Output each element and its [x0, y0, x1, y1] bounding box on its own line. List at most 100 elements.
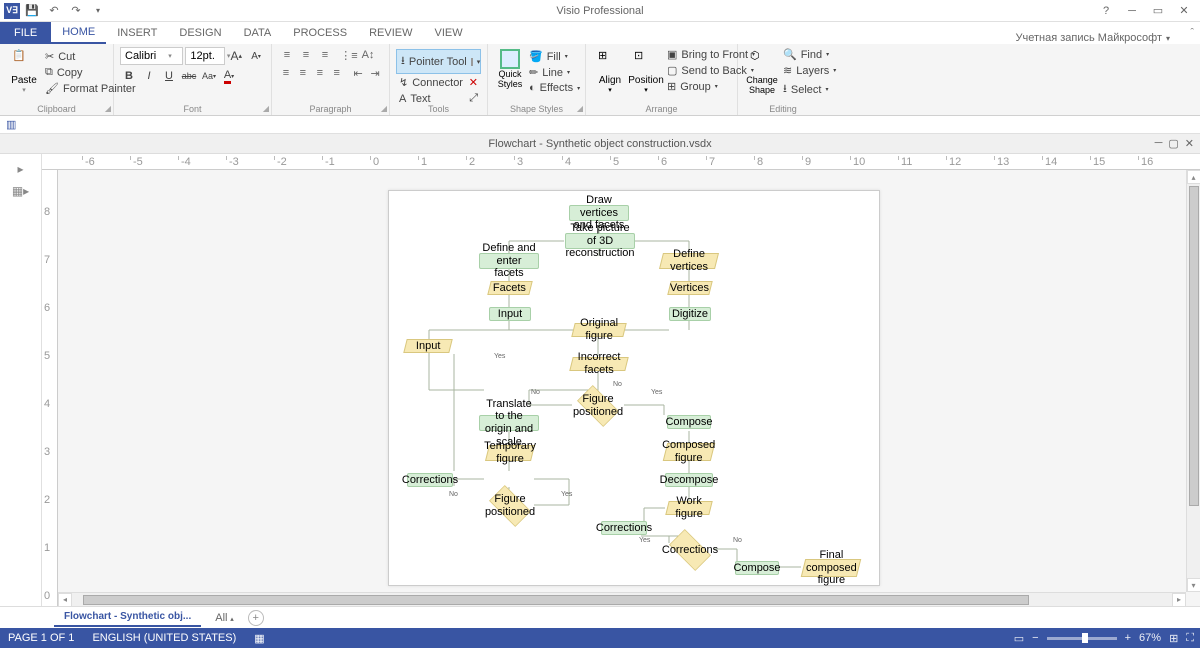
zoom-in-button[interactable]: + [1125, 632, 1131, 644]
change-case-button[interactable]: Aa▾ [200, 67, 218, 85]
font-launcher[interactable]: ◢ [263, 104, 269, 113]
horizontal-scrollbar[interactable]: ◂ ▸ [58, 592, 1186, 606]
paste-button[interactable]: 📋 Paste ▾ [6, 47, 42, 102]
shape-compose-1[interactable]: Compose [667, 415, 711, 429]
save-icon[interactable]: 💾 [22, 2, 42, 20]
minimize-icon[interactable]: ─ [1120, 2, 1144, 20]
status-language[interactable]: ENGLISH (UNITED STATES) [92, 632, 236, 644]
full-screen-icon[interactable]: ⛶ [1186, 632, 1194, 645]
change-shape-button[interactable]: ⬡Change Shape [744, 47, 780, 102]
shape-define-enter-facets[interactable]: Define and enter facets [479, 253, 539, 269]
tab-file[interactable]: FILE [0, 22, 51, 44]
layers-button[interactable]: ≋Layers▾ [780, 63, 839, 78]
align-right-button[interactable]: ≡ [312, 65, 328, 81]
shape-decompose[interactable]: Decompose [665, 473, 713, 487]
clipboard-launcher[interactable]: ◢ [105, 104, 111, 113]
account-link[interactable]: Учетная запись Майкрософт▾ [1016, 32, 1170, 44]
shape-facets[interactable]: Facets [487, 281, 532, 295]
shape-draw-vertices[interactable]: Draw vertices and facets [569, 205, 629, 221]
shape-original-figure[interactable]: Original figure [571, 323, 626, 337]
pointer-tool-button[interactable]: ⭳Pointer Tool▾ [396, 49, 481, 74]
position-button[interactable]: ⊡Position▾ [628, 47, 664, 102]
shape-input-2[interactable]: Input [403, 339, 452, 353]
font-size-combo[interactable]: 12pt.▾ [185, 47, 225, 65]
justify-button[interactable]: ≡ [329, 65, 345, 81]
shape-figure-positioned-1[interactable]: Figure positioned [573, 391, 623, 421]
increase-indent-button[interactable]: ⇥ [367, 65, 383, 81]
add-sheet-button[interactable]: + [248, 610, 264, 626]
shape-temporary-figure[interactable]: Temporary figure [485, 445, 535, 461]
expand-shapes-icon[interactable]: ▸ [17, 162, 23, 176]
scroll-left-icon[interactable]: ◂ [58, 593, 72, 607]
align-middle-button[interactable]: ≡ [297, 47, 315, 63]
doc-maximize-icon[interactable]: ▢ [1168, 137, 1178, 150]
select-button[interactable]: ⭳Select▾ [780, 79, 839, 100]
quick-styles-button[interactable]: Quick Styles [494, 47, 526, 102]
shape-final-composed[interactable]: Final composed figure [801, 559, 861, 577]
zoom-slider[interactable] [1047, 637, 1117, 640]
shape-corrections-1[interactable]: Corrections [407, 473, 453, 487]
decrease-indent-button[interactable]: ⇤ [350, 65, 366, 81]
doc-close-icon[interactable]: ✕ [1185, 137, 1194, 150]
shape-input-1[interactable]: Input [489, 307, 531, 321]
collapse-ribbon-icon[interactable]: ˆ [1190, 27, 1194, 39]
zoom-out-button[interactable]: − [1032, 632, 1038, 644]
shape-work-figure[interactable]: Work figure [665, 501, 712, 515]
sheet-all-button[interactable]: All ▴ [207, 609, 242, 627]
shape-translate[interactable]: Translate to the origin and scale [479, 415, 539, 431]
scroll-up-icon[interactable]: ▴ [1187, 170, 1200, 184]
doc-minimize-icon[interactable]: ─ [1155, 137, 1163, 150]
shape-incorrect-facets[interactable]: Incorrect facets [569, 357, 628, 371]
vertical-scrollbar[interactable]: ▴ ▾ [1186, 170, 1200, 592]
shape-composed-figure[interactable]: Composed figure [663, 443, 715, 461]
tab-insert[interactable]: INSERT [106, 22, 168, 44]
shape-define-vertices[interactable]: Define vertices [659, 253, 719, 269]
bullets-button[interactable]: ⋮≡ [340, 47, 358, 63]
shape-take-picture[interactable]: Take picture of 3D reconstruction [565, 233, 635, 249]
redo-icon[interactable]: ↷ [66, 2, 86, 20]
align-left-button[interactable]: ≡ [278, 65, 294, 81]
scroll-down-icon[interactable]: ▾ [1187, 578, 1200, 592]
shape-compose-2[interactable]: Compose [735, 561, 779, 575]
shrink-font-icon[interactable]: A▾ [247, 47, 265, 65]
fit-page-icon[interactable]: ⊞ [1169, 632, 1178, 645]
drawing-canvas[interactable]: Draw vertices and facets Take picture of… [58, 170, 1200, 590]
close-icon[interactable]: ✕ [1172, 2, 1196, 20]
shape-corrections-2[interactable]: Corrections [601, 521, 647, 535]
sheet-tab-active[interactable]: Flowchart - Synthetic obj... [54, 608, 201, 627]
scroll-right-icon[interactable]: ▸ [1172, 593, 1186, 607]
visio-doc-icon[interactable]: ▥ [6, 118, 20, 132]
presentation-mode-icon[interactable]: ▭ [1014, 632, 1024, 645]
underline-button[interactable]: U [160, 67, 178, 85]
shape-corrections-3[interactable]: Corrections [665, 535, 715, 565]
font-family-combo[interactable]: Calibri▾ [120, 47, 183, 65]
shape-figure-positioned-2[interactable]: Figure positioned [485, 491, 535, 521]
effects-button[interactable]: ◐Effects▾ [526, 81, 583, 95]
italic-button[interactable]: I [140, 67, 158, 85]
tab-home[interactable]: HOME [51, 22, 106, 44]
align-center-button[interactable]: ≡ [295, 65, 311, 81]
find-button[interactable]: 🔍Find▾ [780, 47, 839, 62]
status-macro-icon[interactable]: ▦ [254, 632, 264, 645]
text-direction-button[interactable]: A↕ [359, 47, 377, 63]
line-button[interactable]: ✏Line▾ [526, 65, 583, 80]
align-button[interactable]: ⊞Align▾ [592, 47, 628, 102]
tab-data[interactable]: DATA [233, 22, 283, 44]
zoom-level[interactable]: 67% [1139, 632, 1161, 644]
shapes-quick-icon[interactable]: ▦▸ [12, 184, 29, 198]
strike-button[interactable]: abc [180, 67, 198, 85]
grow-font-icon[interactable]: A▴ [227, 47, 245, 65]
restore-icon[interactable]: ▭ [1146, 2, 1170, 20]
paragraph-launcher[interactable]: ◢ [381, 104, 387, 113]
align-top-button[interactable]: ≡ [278, 47, 296, 63]
tab-review[interactable]: REVIEW [358, 22, 423, 44]
help-icon[interactable]: ? [1094, 2, 1118, 20]
qat-customize-icon[interactable]: ▾ [88, 2, 108, 20]
tab-process[interactable]: PROCESS [282, 22, 358, 44]
shape-vertices[interactable]: Vertices [667, 281, 712, 295]
tab-view[interactable]: VIEW [423, 22, 473, 44]
align-bottom-button[interactable]: ≡ [316, 47, 334, 63]
bold-button[interactable]: B [120, 67, 138, 85]
tab-design[interactable]: DESIGN [168, 22, 232, 44]
fill-button[interactable]: 🪣Fill▾ [526, 49, 583, 64]
